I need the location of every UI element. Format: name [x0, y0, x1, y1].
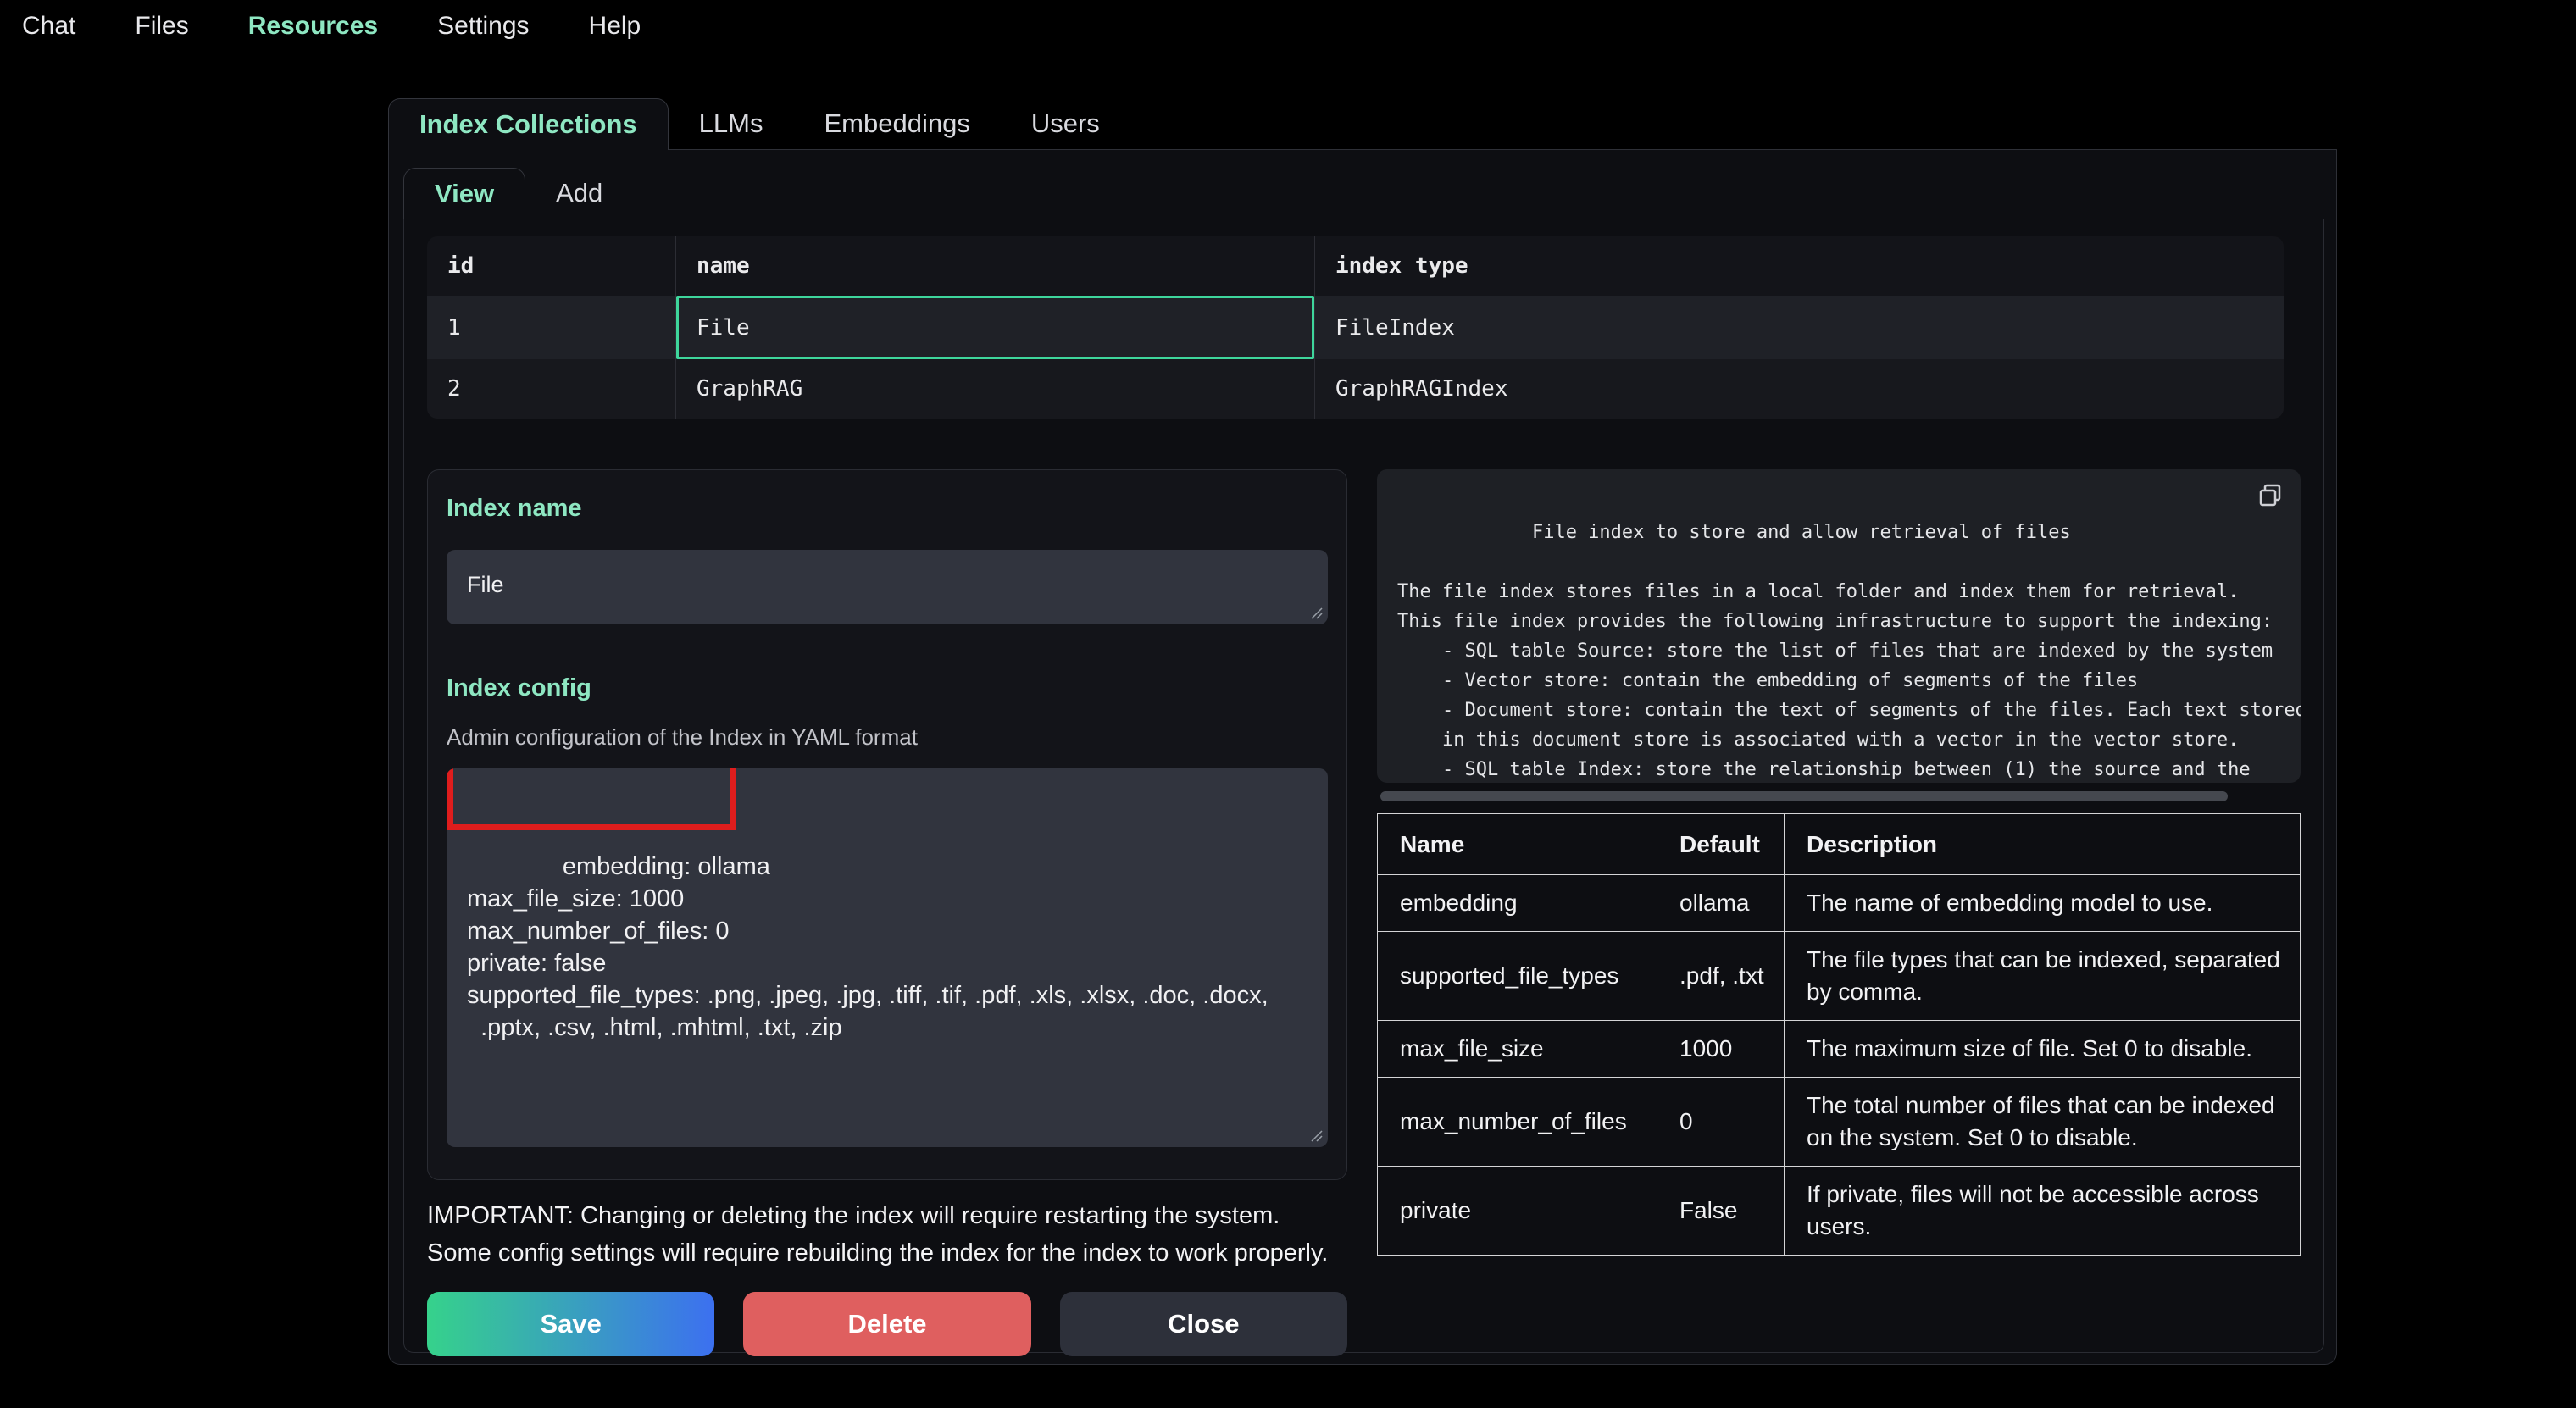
param-description: If private, files will not be accessible…	[1785, 1167, 2301, 1256]
copy-icon[interactable]	[2258, 483, 2285, 510]
cell-index-type[interactable]: FileIndex	[1314, 296, 2284, 359]
param-default: ollama	[1657, 875, 1785, 932]
params-row: max_file_size 1000 The maximum size of f…	[1378, 1021, 2301, 1078]
index-name-label: Index name	[447, 494, 1328, 523]
index-collections-panel: View Add id name index type 1 File FileI…	[388, 150, 2337, 1365]
cell-id[interactable]: 2	[427, 359, 675, 419]
nav-item-resources[interactable]: Resources	[248, 12, 378, 41]
index-config-textarea[interactable]: embedding: ollama max_file_size: 1000 ma…	[447, 768, 1328, 1147]
params-row: max_number_of_files 0 The total number o…	[1378, 1078, 2301, 1167]
view-add-tab-nav: View Add	[403, 168, 2324, 219]
param-name: max_file_size	[1378, 1021, 1657, 1078]
params-row: supported_file_types .pdf, .txt The file…	[1378, 932, 2301, 1021]
params-column-default: Default	[1657, 814, 1785, 875]
params-row: private False If private, files will not…	[1378, 1167, 2301, 1256]
param-description: The name of embedding model to use.	[1785, 875, 2301, 932]
horizontal-scrollbar	[1380, 791, 2280, 801]
param-name: max_number_of_files	[1378, 1078, 1657, 1167]
index-description-panel: File index to store and allow retrieval …	[1377, 469, 2301, 783]
resize-handle-icon[interactable]	[1309, 1128, 1323, 1142]
resources-tabs: Index Collections LLMs Embeddings Users …	[388, 98, 2337, 1365]
table-header-row: id name index type	[427, 236, 2284, 296]
column-header-index-type: index type	[1314, 236, 2284, 296]
index-description-text: File index to store and allow retrieval …	[1397, 522, 2301, 783]
table-row[interactable]: 2 GraphRAG GraphRAGIndex	[427, 359, 2284, 419]
param-description: The total number of files that can be in…	[1785, 1078, 2301, 1167]
params-row: embedding ollama The name of embedding m…	[1378, 875, 2301, 932]
index-params-table: Name Default Description embedding ollam…	[1377, 813, 2301, 1256]
params-column-description: Description	[1785, 814, 2301, 875]
important-warning-text: IMPORTANT: Changing or deleting the inde…	[427, 1197, 1347, 1272]
nav-item-help[interactable]: Help	[589, 12, 641, 41]
cell-id[interactable]: 1	[427, 296, 675, 359]
tab-llms[interactable]: LLMs	[669, 98, 794, 149]
param-default: False	[1657, 1167, 1785, 1256]
param-default: 1000	[1657, 1021, 1785, 1078]
resize-handle-icon[interactable]	[1309, 606, 1323, 619]
tab-users[interactable]: Users	[1001, 98, 1130, 149]
param-name: supported_file_types	[1378, 932, 1657, 1021]
tab-add[interactable]: Add	[525, 168, 633, 219]
index-name-input[interactable]: File	[447, 550, 1328, 624]
top-navbar: Chat Files Resources Settings Help	[0, 0, 2576, 53]
index-docs-column: File index to store and allow retrieval …	[1377, 469, 2301, 1356]
column-header-name: name	[675, 236, 1314, 296]
delete-button[interactable]: Delete	[743, 1292, 1030, 1356]
resources-tab-nav: Index Collections LLMs Embeddings Users	[388, 98, 2337, 150]
action-buttons: Save Delete Close	[427, 1292, 1347, 1356]
param-default: 0	[1657, 1078, 1785, 1167]
index-editor-column: Index name File Index config Admin confi…	[427, 469, 1347, 1356]
horizontal-scrollbar-thumb[interactable]	[1380, 791, 2228, 801]
selected-cell-outline	[676, 296, 1314, 359]
param-description: The file types that can be indexed, sepa…	[1785, 932, 2301, 1021]
index-config-value: embedding: ollama max_file_size: 1000 ma…	[467, 853, 1269, 1041]
params-column-name: Name	[1378, 814, 1657, 875]
column-header-id: id	[427, 236, 675, 296]
save-button[interactable]: Save	[427, 1292, 714, 1356]
params-header-row: Name Default Description	[1378, 814, 2301, 875]
table-row[interactable]: 1 File FileIndex	[427, 296, 2284, 359]
param-description: The maximum size of file. Set 0 to disab…	[1785, 1021, 2301, 1078]
tab-index-collections[interactable]: Index Collections	[388, 98, 669, 150]
param-default: .pdf, .txt	[1657, 932, 1785, 1021]
close-button[interactable]: Close	[1060, 1292, 1347, 1356]
index-config-help: Admin configuration of the Index in YAML…	[447, 724, 1328, 750]
cell-name-value: File	[697, 315, 750, 341]
cell-name-selected[interactable]: File	[675, 296, 1314, 359]
tab-view[interactable]: View	[403, 168, 525, 219]
param-name: private	[1378, 1167, 1657, 1256]
param-name: embedding	[1378, 875, 1657, 932]
nav-item-files[interactable]: Files	[135, 12, 188, 41]
index-config-label: Index config	[447, 674, 1328, 702]
nav-item-settings[interactable]: Settings	[437, 12, 529, 41]
index-editor-panel: Index name File Index config Admin confi…	[427, 469, 1347, 1180]
index-name-value: File	[467, 572, 504, 597]
annotation-highlight-box	[447, 768, 736, 830]
tab-embeddings[interactable]: Embeddings	[793, 98, 1000, 149]
cell-name[interactable]: GraphRAG	[675, 359, 1314, 419]
view-panel: id name index type 1 File FileIndex 2 Gr…	[403, 219, 2324, 1353]
nav-item-chat[interactable]: Chat	[22, 12, 75, 41]
index-collections-table: id name index type 1 File FileIndex 2 Gr…	[427, 236, 2284, 419]
cell-index-type[interactable]: GraphRAGIndex	[1314, 359, 2284, 419]
